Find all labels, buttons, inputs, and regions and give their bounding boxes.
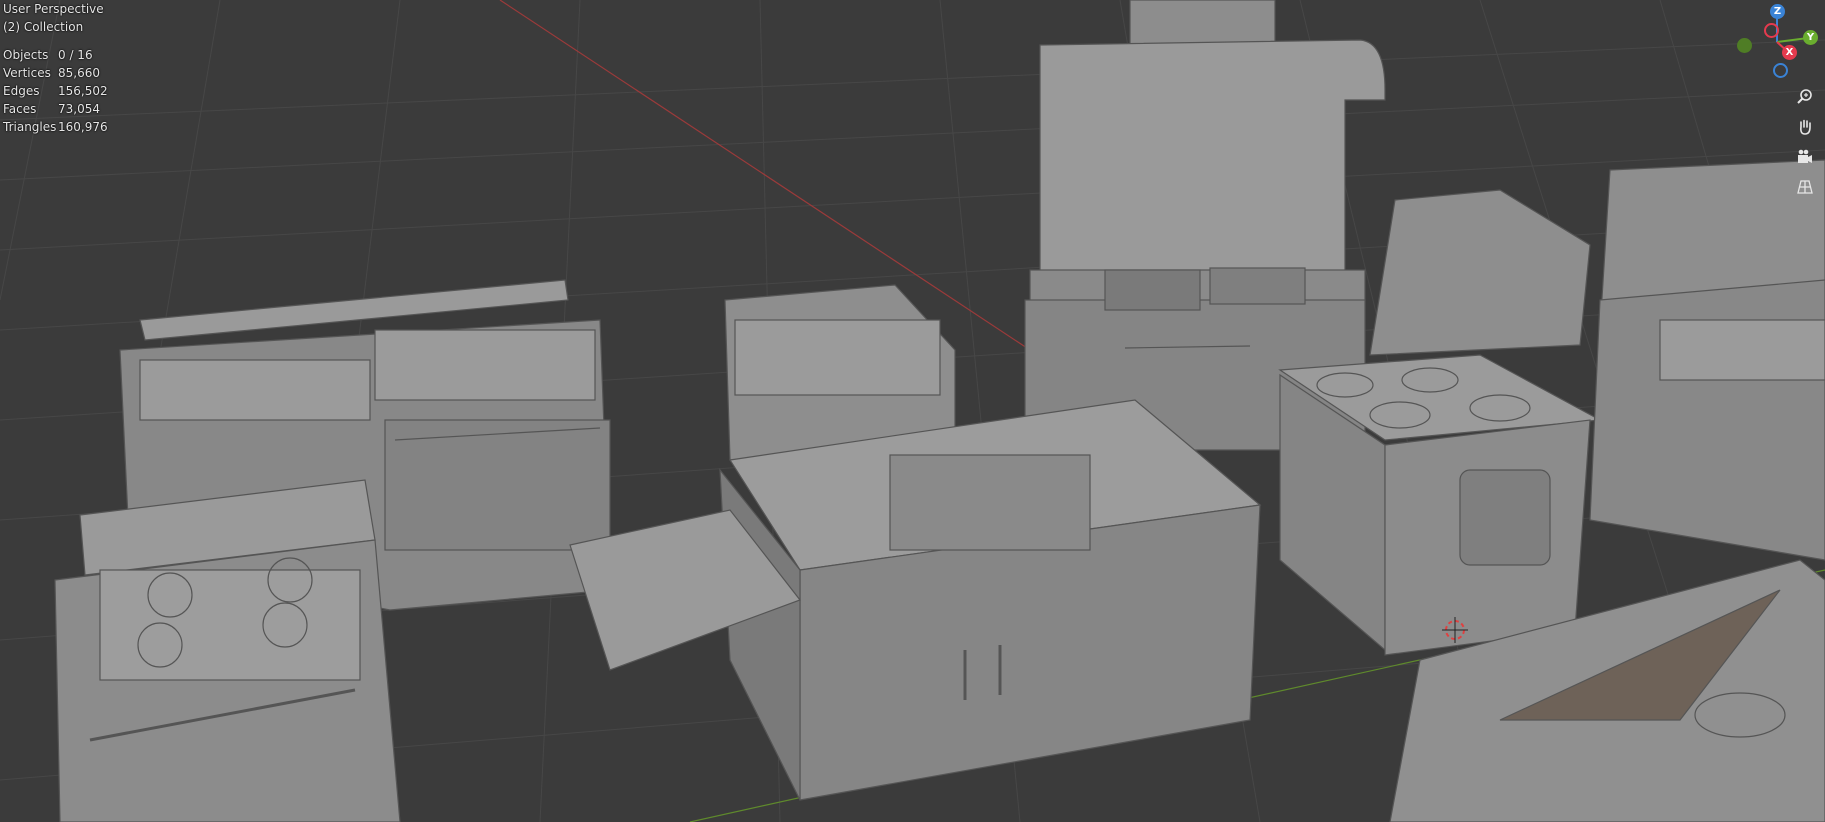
gizmo-z-axis[interactable]: Z: [1770, 4, 1785, 19]
stat-triangles: Triangles 160,976: [3, 120, 108, 134]
gizmo-neg-x-axis[interactable]: [1764, 23, 1779, 38]
zoom-icon: [1797, 89, 1812, 104]
gizmo-y-axis[interactable]: Y: [1803, 30, 1818, 45]
stat-edges: Edges 156,502: [3, 84, 108, 98]
gizmo-neg-z-axis[interactable]: [1773, 63, 1788, 78]
gizmo-x-axis[interactable]: X: [1782, 45, 1797, 60]
stat-vertices: Vertices 85,660: [3, 66, 100, 80]
stat-objects: Objects 0 / 16: [3, 48, 93, 62]
navigation-gizmo[interactable]: Z Y X: [1730, 0, 1825, 80]
camera-icon: [1798, 149, 1812, 163]
camera-view-button[interactable]: [1792, 144, 1818, 170]
kitchen-models: [54, 0, 1825, 822]
pan-hand-icon: [1800, 119, 1811, 135]
toggle-perspective-button[interactable]: [1792, 174, 1818, 200]
grid-ortho-icon: [1797, 180, 1813, 194]
stat-faces: Faces 73,054: [3, 102, 100, 116]
viewport-info-overlay: User Perspective (2) Collection Objects …: [3, 0, 108, 136]
3d-viewport[interactable]: [0, 0, 1825, 822]
scene-statistics: Objects 0 / 16 Vertices 85,660 Edges 156…: [3, 46, 108, 136]
view-mode-label: User Perspective: [3, 2, 104, 16]
zoom-button[interactable]: [1792, 84, 1818, 110]
collection-label: (2) Collection: [3, 20, 84, 34]
gizmo-neg-y-axis[interactable]: [1737, 38, 1752, 53]
pan-button[interactable]: [1792, 114, 1818, 140]
viewport-scene: [0, 0, 1825, 822]
